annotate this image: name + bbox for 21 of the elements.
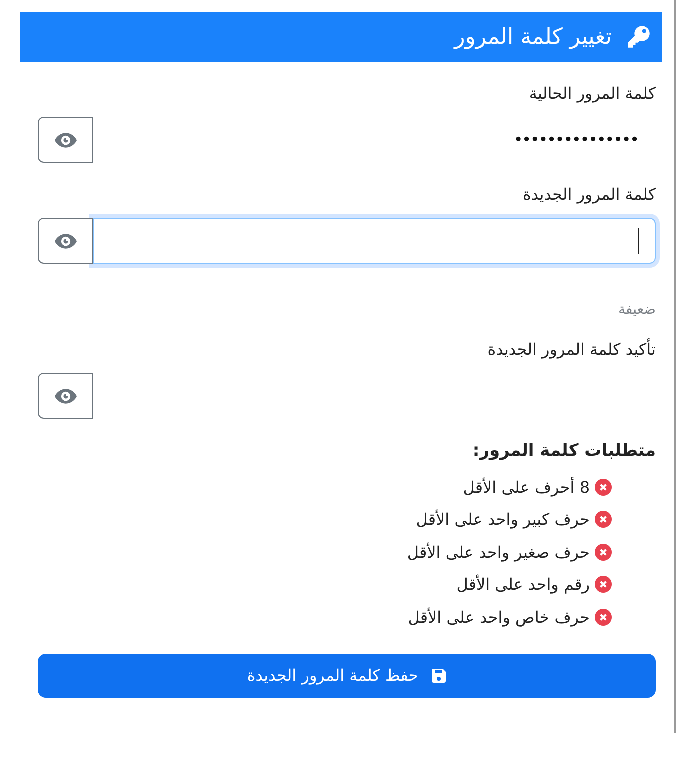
field-label: كلمة المرور الحالية [528, 84, 656, 103]
requirement-text: 8 أحرف على الأقل [463, 478, 590, 497]
card-title: تغيير كلمة المرور [454, 24, 612, 50]
requirement-text: حرف صغير واحد على الأقل [407, 542, 590, 562]
show-password-button[interactable] [38, 373, 93, 419]
field-label: كلمة المرور الجديدة [522, 185, 656, 204]
field-label: تأكيد كلمة المرور الجديدة [486, 340, 656, 359]
strength-text: ضعيفة [618, 302, 656, 318]
show-password-button[interactable] [38, 218, 93, 264]
save-icon [430, 668, 447, 684]
key-icon [626, 24, 652, 50]
password-field[interactable]: ••••••••••••••• [93, 117, 656, 163]
requirement-text: حرف كبير واحد على الأقل [416, 510, 590, 530]
requirements-title: متطلبات كلمة المرور: [472, 441, 656, 461]
eye-icon [54, 234, 76, 248]
eye-icon [54, 388, 76, 404]
requirement-text: رقم واحد على الأقل [456, 575, 590, 594]
eye-icon [54, 132, 76, 148]
show-password-button[interactable] [38, 117, 93, 163]
requirement-text: حرف خاص واحد على الأقل [408, 608, 590, 627]
save-button[interactable]: حفظ كلمة المرور الجديدة [38, 654, 656, 698]
